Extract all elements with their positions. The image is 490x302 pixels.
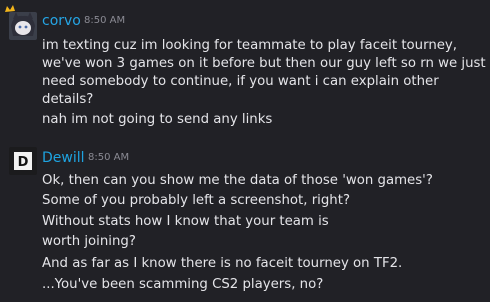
message-line: im texting cuz im looking for teammate t…: [42, 38, 458, 53]
username[interactable]: Dewill: [42, 150, 85, 166]
message-line: And as far as I know there is no faceit …: [42, 256, 403, 271]
message-line: we've won 3 games on it before but then …: [42, 56, 486, 71]
message-line: ...You've been scamming CS2 players, no?: [42, 277, 324, 292]
message-line: Some of you probably left a screenshot, …: [42, 193, 351, 208]
chat-window: { "messages": [ { "author": "corvo", "au…: [0, 0, 490, 302]
message-line: details?: [42, 92, 94, 107]
avatar[interactable]: [5, 5, 37, 40]
message-line: nah im not going to send any links: [42, 112, 273, 127]
message-line: Ok, then can you show me the data of tho…: [42, 173, 433, 188]
svg-text:D: D: [18, 155, 29, 170]
username[interactable]: corvo: [42, 13, 81, 29]
message-line: worth joining?: [42, 234, 136, 249]
crown-icon: [5, 5, 15, 12]
avatar[interactable]: D: [9, 147, 37, 175]
message-line: Without stats how I know that your team …: [42, 214, 329, 229]
message-line: need somebody to continue, if you want i…: [42, 74, 439, 89]
timestamp: 8:50 AM: [88, 152, 130, 163]
timestamp: 8:50 AM: [84, 15, 126, 26]
